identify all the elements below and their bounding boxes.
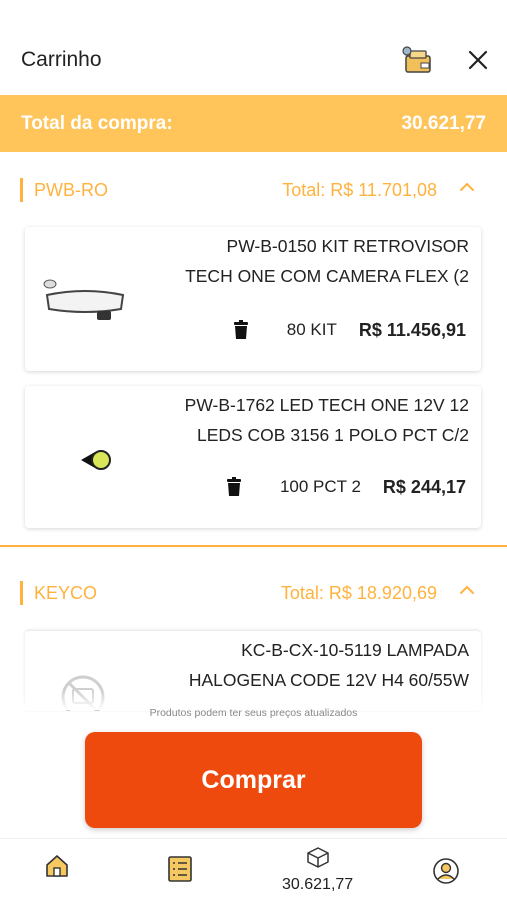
item-price: R$ 11.456,91 bbox=[358, 319, 466, 340]
total-bar: Total da compra: 30.621,77 bbox=[0, 95, 507, 152]
chevron-up-icon[interactable] bbox=[457, 176, 477, 200]
tab-profile[interactable] bbox=[432, 857, 460, 890]
cart-total-label: 30.621,77 bbox=[282, 876, 354, 893]
section-accent-bar bbox=[20, 581, 23, 605]
total-value: 30.621,77 bbox=[401, 113, 486, 134]
cart-box-icon bbox=[304, 845, 332, 874]
chevron-up-icon[interactable] bbox=[457, 579, 477, 603]
home-icon bbox=[44, 853, 70, 884]
buy-button[interactable]: Comprar bbox=[85, 732, 422, 828]
price-update-note: Produtos podem ter seus preços atualizad… bbox=[149, 707, 358, 719]
cart-item[interactable]: PW-B-1762 LED TECH ONE 12V 12 LEDS COB 3… bbox=[25, 386, 481, 528]
cart-box-icon[interactable] bbox=[401, 44, 435, 76]
trash-icon[interactable] bbox=[226, 477, 242, 497]
user-icon bbox=[432, 857, 460, 890]
item-description-line1: KC-B-CX-10-5119 LAMPADA bbox=[241, 640, 469, 660]
item-price: R$ 244,17 bbox=[382, 476, 466, 497]
list-icon bbox=[167, 855, 193, 888]
page-title: Carrinho bbox=[21, 48, 102, 71]
cart-item[interactable]: PW-B-0150 KIT RETROVISOR TECH ONE COM CA… bbox=[25, 227, 481, 371]
item-description-line1: PW-B-1762 LED TECH ONE 12V 12 bbox=[184, 395, 469, 415]
section-total: Total: R$ 18.920,69 bbox=[280, 583, 437, 603]
item-qty-line: 100 PCT 2 R$ 244,17 bbox=[226, 474, 466, 500]
item-description-line2: TECH ONE COM CAMERA FLEX (2 bbox=[185, 266, 469, 286]
product-image bbox=[35, 269, 135, 329]
section-header-keyco[interactable]: KEYCO Total: R$ 18.920,69 bbox=[0, 577, 507, 607]
section-accent-bar bbox=[20, 178, 23, 202]
tab-cart[interactable]: 30.621,77 bbox=[282, 845, 353, 894]
item-quantity[interactable]: 80 KIT bbox=[287, 320, 337, 340]
section-header-pwb-ro[interactable]: PWB-RO Total: R$ 11.701,08 bbox=[0, 174, 507, 204]
section-name: PWB-RO bbox=[34, 180, 108, 200]
section-divider bbox=[0, 545, 507, 547]
product-image bbox=[35, 430, 135, 490]
section-total: Total: R$ 11.701,08 bbox=[282, 180, 437, 200]
item-description-line2: LEDS COB 3156 1 POLO PCT C/2 bbox=[196, 425, 469, 445]
section-name: KEYCO bbox=[34, 583, 98, 603]
trash-icon[interactable] bbox=[233, 320, 249, 340]
tab-home[interactable] bbox=[44, 853, 70, 884]
item-qty-line: 80 KIT R$ 11.456,91 bbox=[233, 317, 466, 343]
close-icon[interactable] bbox=[461, 44, 495, 76]
header: Carrinho bbox=[0, 0, 507, 95]
bottom-tab-bar: 30.621,77 bbox=[0, 838, 507, 901]
item-description-line1: PW-B-0150 KIT RETROVISOR bbox=[226, 236, 469, 256]
total-label: Total da compra: bbox=[21, 113, 173, 134]
item-quantity[interactable]: 100 PCT 2 bbox=[280, 477, 361, 497]
tab-list[interactable] bbox=[167, 855, 193, 888]
